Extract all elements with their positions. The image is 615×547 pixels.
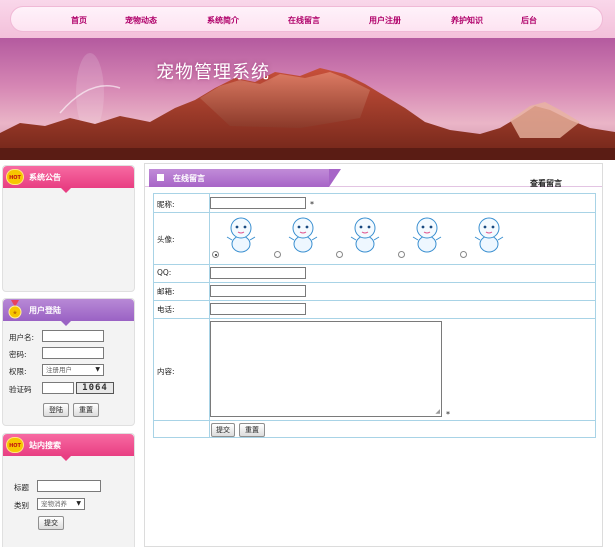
email-input[interactable] — [210, 285, 306, 297]
row-divider — [154, 212, 595, 213]
role-label: 权限: — [9, 367, 27, 376]
captcha-image[interactable]: 1064 — [76, 382, 114, 394]
search-header: HOT 站内搜索 — [3, 434, 134, 456]
avatar-option-4[interactable] — [410, 215, 444, 255]
svg-text:★: ★ — [12, 310, 17, 317]
search-submit-button[interactable]: 提交 — [38, 516, 64, 530]
row-divider — [154, 300, 595, 301]
username-label: 用户名: — [9, 333, 35, 342]
message-content: 在线留言 查看留言 昵称: * 头像: QQ: 邮箱: 电话: 内容: ◢ * — [144, 163, 603, 547]
avatar-radio-2[interactable] — [274, 251, 281, 258]
nav-pet-news[interactable]: 宠物动态 — [125, 15, 157, 26]
header-notch — [61, 321, 71, 326]
role-select[interactable]: 注册用户 ▼ — [42, 364, 104, 376]
content-label: 内容: — [157, 367, 175, 376]
square-icon — [157, 174, 164, 181]
nav-home[interactable]: 首页 — [71, 15, 87, 26]
role-select-value: 注册用户 — [46, 366, 72, 374]
required-mark: * — [446, 410, 450, 419]
tab-label: 在线留言 — [173, 174, 205, 183]
notice-header: HOT 系统公告 — [3, 166, 134, 188]
nav-care-knowledge[interactable]: 养护知识 — [451, 15, 483, 26]
hot-icon: HOT — [6, 169, 24, 185]
tab-online-message[interactable]: 在线留言 — [149, 169, 341, 187]
header-notch — [61, 188, 71, 193]
avatar-radio-3[interactable] — [336, 251, 343, 258]
content-textarea[interactable]: ◢ — [210, 321, 442, 417]
search-category-select[interactable]: 宠物消养 ▼ — [37, 498, 85, 510]
login-title: 用户登陆 — [29, 306, 61, 315]
username-input[interactable] — [42, 330, 104, 342]
hot-icon: HOT — [6, 437, 24, 453]
reset-button[interactable]: 重置 — [239, 423, 265, 437]
row-divider — [154, 318, 595, 319]
avatar-radio-4[interactable] — [398, 251, 405, 258]
row-divider — [154, 282, 595, 283]
message-form: 昵称: * 头像: QQ: 邮箱: 电话: 内容: ◢ * 提交 重置 — [153, 193, 596, 438]
avatar-option-1[interactable] — [224, 215, 258, 255]
nav-bar: 首页 宠物动态 系统简介 在线留言 用户注册 养护知识 后台 — [10, 6, 603, 32]
avatar-radio-1[interactable] — [212, 251, 219, 258]
avatar-option-5[interactable] — [472, 215, 506, 255]
search-title: 站内搜索 — [29, 441, 61, 450]
chevron-down-icon: ▼ — [76, 500, 81, 507]
canyon-landscape-image — [0, 53, 615, 160]
search-category-label: 类别 — [14, 501, 29, 510]
site-title: 宠物管理系统 — [156, 62, 270, 83]
nav-online-message[interactable]: 在线留言 — [288, 15, 320, 26]
medal-icon: ★ — [8, 300, 22, 319]
avatar-option-2[interactable] — [286, 215, 320, 255]
login-button[interactable]: 登陆 — [43, 403, 69, 417]
nav-system-intro[interactable]: 系统简介 — [207, 15, 239, 26]
header-notch — [61, 456, 71, 461]
search-title-input[interactable] — [37, 480, 101, 492]
nickname-input[interactable] — [210, 197, 306, 209]
notice-panel: HOT 系统公告 — [2, 165, 135, 292]
search-panel: HOT 站内搜索 标题 类别 宠物消养 ▼ 提交 — [2, 433, 135, 547]
qq-label: QQ: — [157, 268, 172, 277]
login-panel: ★ 用户登陆 用户名: 密码: 权限: 注册用户 ▼ 验证码 1064 登陆 重… — [2, 298, 135, 426]
submit-button[interactable]: 提交 — [211, 423, 235, 437]
notice-title: 系统公告 — [29, 173, 61, 182]
row-divider — [154, 420, 595, 421]
resize-grip-icon[interactable]: ◢ — [435, 409, 440, 415]
required-mark: * — [310, 200, 314, 209]
captcha-label: 验证码 — [9, 385, 32, 394]
password-label: 密码: — [9, 350, 27, 359]
nav-user-register[interactable]: 用户注册 — [369, 15, 401, 26]
nav-admin[interactable]: 后台 — [521, 15, 537, 26]
email-label: 邮箱: — [157, 287, 175, 296]
phone-input[interactable] — [210, 303, 306, 315]
password-input[interactable] — [42, 347, 104, 359]
captcha-input[interactable] — [42, 382, 74, 394]
tab-strip: 在线留言 查看留言 — [145, 169, 602, 189]
search-title-label: 标题 — [14, 483, 29, 492]
avatar-radio-5[interactable] — [460, 251, 467, 258]
chevron-down-icon: ▼ — [95, 366, 100, 373]
category-select-value: 宠物消养 — [41, 500, 67, 508]
reset-button[interactable]: 重置 — [73, 403, 99, 417]
phone-label: 电话: — [157, 305, 175, 314]
header-banner: 宠物管理系统 — [0, 38, 615, 160]
avatar-option-3[interactable] — [348, 215, 382, 255]
login-header: ★ 用户登陆 — [3, 299, 134, 321]
qq-input[interactable] — [210, 267, 306, 279]
avatar-label: 头像: — [157, 235, 175, 244]
nickname-label: 昵称: — [157, 200, 175, 209]
row-divider — [154, 264, 595, 265]
top-navigation: 首页 宠物动态 系统简介 在线留言 用户注册 养护知识 后台 — [0, 0, 615, 38]
view-messages-link[interactable]: 查看留言 — [530, 178, 562, 189]
